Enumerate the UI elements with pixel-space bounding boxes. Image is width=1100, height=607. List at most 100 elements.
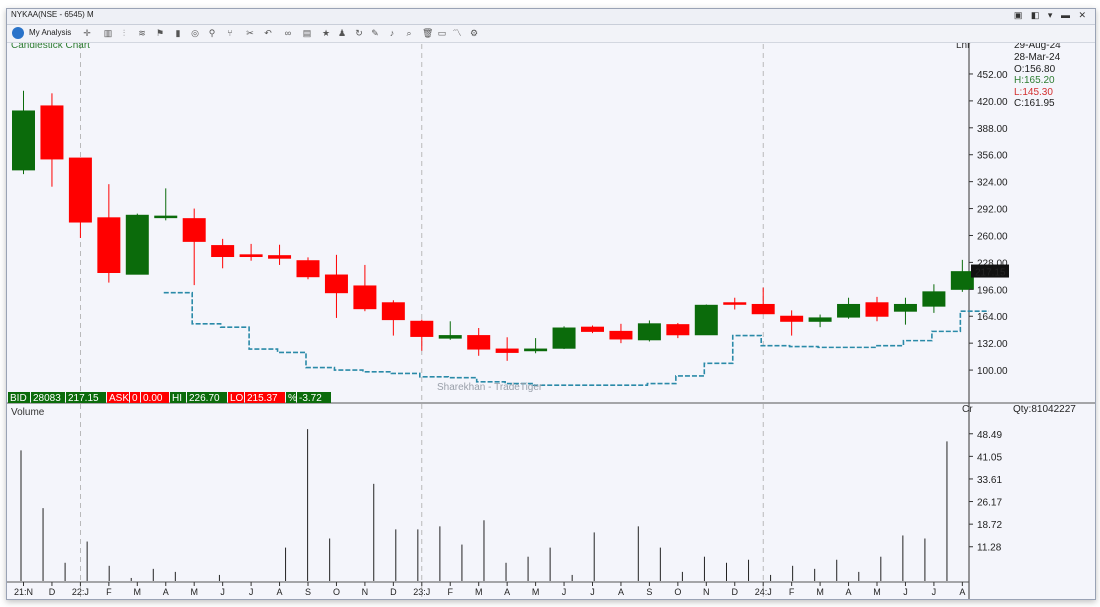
candle-down [296,260,320,278]
price-tick-label: 356.00 [977,151,1008,162]
price-tick-label: 388.00 [977,124,1008,135]
month-label: D [732,587,739,597]
candle-up [950,271,974,290]
users-icon[interactable]: ♟ [337,28,347,38]
month-label: F [106,587,112,597]
target-icon[interactable]: ◎ [190,28,200,38]
month-label: S [305,587,311,597]
candle-up [438,335,462,339]
draw-icon[interactable]: ✎ [370,28,380,38]
candle-down [381,302,405,321]
candle-down [324,274,348,294]
candle-down [609,330,633,340]
month-label: A [277,587,283,597]
price-tick-label: 100.00 [977,366,1008,377]
candle-down [353,285,377,310]
volume-tick-label: 48.49 [977,430,1002,441]
star-icon[interactable]: ★ [321,28,331,38]
undo-icon[interactable]: ↶ [263,28,273,38]
window-controls[interactable]: ▣ ◧ ▾ ▬ ✕ [1014,10,1089,21]
candle-down [495,348,519,353]
month-label: J [932,587,937,597]
candle-down [467,335,491,350]
pin-icon[interactable]: ⚲ [207,28,217,38]
lo-label: LO [230,393,244,404]
candle-down [268,255,292,259]
candle-down [865,302,889,317]
month-label: 22:J [72,587,89,597]
candle-down [666,324,690,336]
month-label: J [249,587,254,597]
price-tick-label: 164.00 [977,312,1008,323]
volume-unit: Cr [962,404,973,415]
month-label: 24:J [755,587,772,597]
chart-toolbar: My Analysis ✛ ▥ ⫶ ≋ ⚑ ▮ ◎ ⚲ ⑂ ✂ ↶ ∞ ▤ ★ … [7,25,1095,43]
pct-label: % [288,393,297,404]
ask-price: 0.00 [143,393,163,404]
month-label: A [959,587,965,597]
month-label: M [532,587,540,597]
month-label: M [190,587,198,597]
month-label: O [674,587,681,597]
my-analysis-menu[interactable]: My Analysis [29,28,71,37]
candle-down [723,302,747,305]
hi-value: 226.70 [189,393,220,404]
month-label: S [646,587,652,597]
quantity-readout: Qty:81042227 [1013,404,1076,415]
info-date2: 28-Mar-24 [1014,52,1061,63]
ask-label: ASK [109,393,129,404]
alert-icon[interactable]: ♪ [387,28,397,38]
price-tick-label: 196.00 [977,285,1008,296]
last-price-tag: 217.15 [975,268,1006,279]
window-title: NYKAA(NSE - 6545) M [11,10,94,19]
month-label: M [134,587,142,597]
candle-down [410,320,434,337]
line-chart-icon[interactable]: ≋ [137,28,147,38]
chart-window: 452.00 420.00 388.00 356.00 324.00 292.00 260.… [6,8,1096,600]
info-close: C:161.95 [1014,98,1055,109]
month-label: J [590,587,595,597]
info-high: H:165.20 [1014,75,1055,86]
crosshair-icon[interactable]: ✛ [82,28,92,38]
fork-icon[interactable]: ⑂ [225,28,235,38]
table-icon[interactable]: ▤ [302,28,312,38]
month-label: M [873,587,881,597]
candle-up [12,110,35,171]
scissors-icon[interactable]: ✂ [245,28,255,38]
month-label: 23:J [413,587,430,597]
ask-qty: 0 [132,393,138,404]
candle-up [154,215,178,219]
flag-icon[interactable]: ⚑ [155,28,165,38]
month-label: 21:N [14,587,33,597]
volume-tick-label: 41.05 [977,452,1002,463]
info-low: L:145.30 [1014,87,1053,98]
candle-down [68,157,92,223]
bar-chart-icon[interactable]: ▥ [103,28,113,38]
price-tick-label: 292.00 [977,205,1008,216]
candle-down [40,105,64,160]
volume-tick-label: 33.61 [977,475,1002,486]
bid-qty: 28083 [33,393,61,404]
trash-icon[interactable]: ▭ [437,28,447,38]
month-label: F [789,587,795,597]
month-label: J [562,587,567,597]
candle-icon[interactable]: ▮ [173,28,183,38]
month-label: A [504,587,510,597]
month-label: J [220,587,225,597]
ohlc-icon[interactable]: ⫶ [119,28,129,38]
month-label: J [903,587,908,597]
delete-icon[interactable]: 🗑 [422,28,433,38]
link-icon[interactable]: ∞ [283,28,293,38]
candle-down [182,218,206,242]
settings-gear-icon[interactable]: ⚙ [469,28,479,38]
info-open: O:156.80 [1014,64,1056,75]
refresh-icon[interactable]: ↻ [354,28,364,38]
month-label: A [846,587,852,597]
bid-price: 217.15 [68,393,99,404]
indicator-icon[interactable]: 〽 [452,28,462,38]
month-label: D [49,587,56,597]
app-logo-icon[interactable] [12,27,24,39]
zoom-icon[interactable]: ⌕ [404,28,414,38]
pct-value: -3.72 [299,393,322,404]
candle-up [552,327,576,349]
